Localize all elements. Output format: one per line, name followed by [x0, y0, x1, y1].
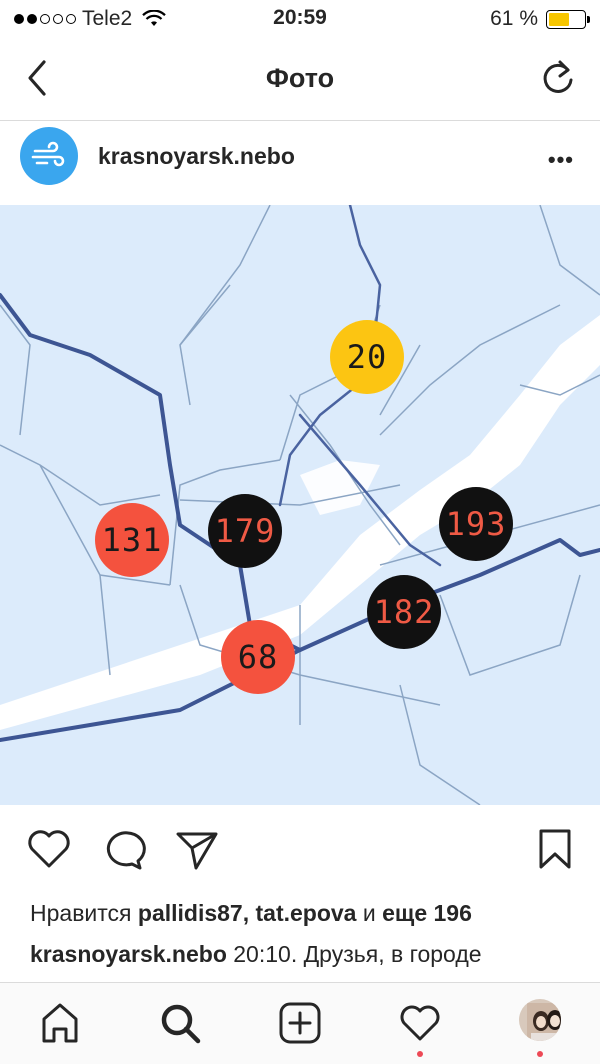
home-icon — [42, 1003, 78, 1043]
save-button[interactable] — [537, 828, 573, 875]
avatar[interactable] — [20, 127, 78, 185]
likes-count[interactable]: еще 196 — [382, 900, 472, 926]
likes-users[interactable]: pallidis87, tat.epova — [138, 900, 357, 926]
bookmark-icon — [539, 829, 571, 869]
tab-profile[interactable] — [510, 997, 570, 1057]
bottom-tab-bar — [0, 982, 600, 1064]
notification-dot — [417, 1051, 423, 1057]
tab-add[interactable] — [270, 997, 330, 1051]
battery-icon — [546, 9, 590, 29]
caption-username[interactable]: krasnoyarsk.nebo — [30, 941, 227, 967]
likes-prefix: Нравится — [30, 900, 138, 926]
caption-text: 20:10. Друзья, в городе — [226, 941, 482, 967]
post-caption: krasnoyarsk.nebo 20:10. Друзья, в городе — [30, 941, 590, 979]
status-bar: Tele2 20:59 61 % — [0, 0, 600, 38]
post-username[interactable]: krasnoyarsk.nebo — [98, 143, 295, 170]
profile-icon — [519, 999, 561, 1041]
comment-button[interactable] — [100, 828, 146, 875]
like-button[interactable] — [26, 828, 72, 875]
nav-bar: Фото — [0, 38, 600, 121]
aqi-marker[interactable]: 20 — [330, 320, 404, 394]
aqi-marker[interactable]: 131 — [95, 503, 169, 577]
notification-dot — [537, 1051, 543, 1057]
more-options-button[interactable]: ••• — [548, 147, 574, 173]
aqi-marker[interactable]: 182 — [367, 575, 441, 649]
aqi-marker[interactable]: 193 — [439, 487, 513, 561]
tab-search[interactable] — [150, 997, 210, 1051]
post-photo-map[interactable]: 20 131 179 193 182 68 — [0, 205, 600, 805]
tab-activity[interactable] — [390, 997, 450, 1057]
map-background — [0, 205, 600, 805]
add-icon — [279, 1002, 321, 1044]
page-title: Фото — [265, 63, 335, 93]
refresh-icon — [543, 60, 573, 93]
post-actions — [0, 818, 600, 884]
likes-middle: и — [356, 900, 383, 926]
tab-home[interactable] — [30, 997, 90, 1051]
post-header: krasnoyarsk.nebo ••• — [0, 121, 600, 205]
battery-percent: 61 % — [490, 7, 538, 30]
send-icon — [176, 832, 218, 870]
heart-icon — [28, 830, 70, 868]
aqi-marker[interactable]: 179 — [208, 494, 282, 568]
wind-icon — [31, 141, 65, 167]
comment-icon — [106, 831, 146, 870]
share-button[interactable] — [174, 828, 220, 875]
search-icon — [161, 1004, 201, 1044]
likes-line: Нравится pallidis87, tat.epova и еще 196 — [30, 900, 472, 927]
refresh-button[interactable] — [538, 56, 578, 100]
status-right: 61 % — [490, 7, 590, 31]
aqi-marker[interactable]: 68 — [221, 620, 295, 694]
heart-icon — [400, 1005, 440, 1041]
